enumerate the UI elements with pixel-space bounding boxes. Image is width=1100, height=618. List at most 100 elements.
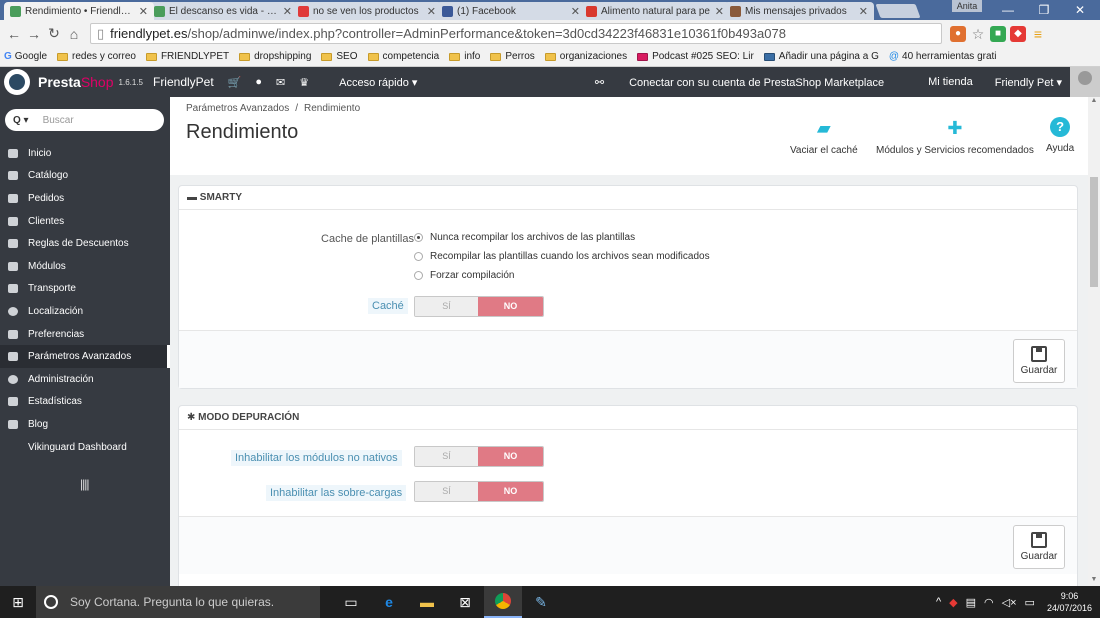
toggle-yes[interactable]: SÍ xyxy=(415,482,479,501)
close-tab-icon[interactable]: ✕ xyxy=(859,5,868,18)
close-tab-icon[interactable]: ✕ xyxy=(139,5,148,18)
radio-force-compile[interactable]: Forzar compilación xyxy=(414,270,514,281)
browser-tab-rendimiento[interactable]: Rendimiento • FriendlyPe ✕ xyxy=(4,2,154,20)
bookmark-star-icon[interactable]: ☆ xyxy=(970,26,986,42)
forward-icon[interactable]: → xyxy=(24,26,44,42)
user-dropdown[interactable]: Friendly Pet ▾ xyxy=(995,76,1062,89)
help-button[interactable]: ? Ayuda xyxy=(1046,117,1074,154)
store-icon[interactable]: ⊠ xyxy=(446,586,484,618)
toggle-no[interactable]: NO xyxy=(478,447,543,466)
sidebar-item-catalogo[interactable]: Catálogo xyxy=(0,165,170,188)
bookmark-folder[interactable]: Perros xyxy=(490,51,535,62)
sidebar-item-pedidos[interactable]: Pedidos xyxy=(0,187,170,210)
bookmark-google[interactable]: G Google xyxy=(4,51,47,62)
scroll-up-icon[interactable]: ▲ xyxy=(1088,97,1100,107)
bookmark-folder[interactable]: competencia xyxy=(367,51,439,62)
quick-access-dropdown[interactable]: Acceso rápido ▾ xyxy=(339,76,417,89)
paint-icon[interactable]: ✎ xyxy=(522,586,560,618)
sidebar-item-localizacion[interactable]: Localización xyxy=(0,300,170,323)
bookmark-folder[interactable]: dropshipping xyxy=(239,51,311,62)
save-button[interactable]: Guardar xyxy=(1013,339,1065,383)
url-input[interactable]: ▯ friendlypet.es/shop/adminwe/index.php?… xyxy=(90,23,942,44)
keyboard-icon[interactable]: ▤ xyxy=(966,596,976,609)
toggle-no[interactable]: NO xyxy=(478,482,543,501)
my-store-link[interactable]: Mi tienda xyxy=(928,76,973,88)
cart-icon[interactable]: 🛒 xyxy=(228,76,242,89)
chrome-icon[interactable] xyxy=(484,586,522,618)
notifications-icon[interactable]: ▭ xyxy=(1025,596,1035,609)
sidebar-item-preferencias[interactable]: Preferencias xyxy=(0,323,170,346)
browser-tab-mensajes[interactable]: Mis mensajes privados ✕ xyxy=(724,2,874,20)
clock[interactable]: 9:06 24/07/2016 xyxy=(1047,590,1092,614)
save-button[interactable]: Guardar xyxy=(1013,525,1065,569)
sidebar-item-vikinguard[interactable]: Vikinguard Dashboard xyxy=(0,436,170,459)
chevron-up-icon[interactable]: ^ xyxy=(936,596,941,608)
file-explorer-icon[interactable]: ▬ xyxy=(408,586,446,618)
user-icon[interactable]: ● xyxy=(255,76,262,88)
edge-icon[interactable]: e xyxy=(370,586,408,618)
sidebar-item-modulos[interactable]: Módulos xyxy=(0,255,170,278)
minimize-icon[interactable]: — xyxy=(990,0,1026,20)
close-tab-icon[interactable]: ✕ xyxy=(283,5,292,18)
reload-icon[interactable]: ↻ xyxy=(44,25,64,42)
search-icon[interactable]: Q ▾ xyxy=(13,115,29,126)
bookmark-folder[interactable]: redes y correo xyxy=(57,51,136,62)
cache-toggle[interactable]: SÍ NO xyxy=(414,296,544,317)
bookmark-folder[interactable]: info xyxy=(449,51,480,62)
sidebar-item-transporte[interactable]: Transporte xyxy=(0,278,170,301)
wifi-icon[interactable]: ◠ xyxy=(984,596,994,609)
task-view-icon[interactable]: ▭ xyxy=(332,586,370,618)
profile-badge[interactable]: Anita xyxy=(952,0,982,12)
breadcrumb-parent[interactable]: Parámetros Avanzados xyxy=(186,103,289,114)
toggle-no[interactable]: NO xyxy=(478,297,543,316)
search-input[interactable]: Q ▾ Buscar xyxy=(5,109,164,131)
close-tab-icon[interactable]: ✕ xyxy=(715,5,724,18)
bookmark-folder[interactable]: organizaciones xyxy=(544,51,627,62)
toggle-yes[interactable]: SÍ xyxy=(415,297,479,316)
bookmark-page[interactable]: @40 herramientas grati xyxy=(889,51,997,62)
extension-icon[interactable]: ■ xyxy=(990,25,1006,42)
back-icon[interactable]: ← xyxy=(4,26,24,42)
bookmark-folder[interactable]: SEO xyxy=(321,51,358,62)
radio-never-recompile[interactable]: Nunca recompilar los archivos de las pla… xyxy=(414,232,635,243)
scrollbar-thumb[interactable] xyxy=(1090,177,1098,287)
browser-tab-descanso[interactable]: El descanso es vida - Frie ✕ xyxy=(148,2,298,20)
page-scrollbar[interactable]: ▲ ▼ xyxy=(1088,97,1100,586)
new-tab-button[interactable] xyxy=(875,4,921,18)
scroll-down-icon[interactable]: ▼ xyxy=(1088,576,1100,586)
envelope-icon[interactable]: ✉ xyxy=(276,76,285,89)
recommended-modules-button[interactable]: ✚ Módulos y Servicios recomendados xyxy=(876,117,1034,156)
disable-nonnative-toggle[interactable]: SÍ NO xyxy=(414,446,544,467)
browser-tab-facebook[interactable]: (1) Facebook ✕ xyxy=(436,2,586,20)
store-name[interactable]: FriendlyPet xyxy=(153,75,214,89)
bookmark-page[interactable]: Añadir una página a G xyxy=(763,51,879,62)
trophy-icon[interactable]: ♛ xyxy=(299,76,309,89)
menu-icon[interactable]: ≡ xyxy=(1030,26,1046,42)
clear-cache-button[interactable]: ▰ Vaciar el caché xyxy=(790,117,858,156)
sidebar-item-estadisticas[interactable]: Estadísticas xyxy=(0,391,170,414)
marketplace-link[interactable]: ⚯ Conectar con su cuenta de PrestaShop M… xyxy=(595,76,906,89)
avatar[interactable] xyxy=(1070,67,1100,97)
toggle-yes[interactable]: SÍ xyxy=(415,447,479,466)
radio-recompile-modified[interactable]: Recompilar las plantillas cuando los arc… xyxy=(414,251,710,262)
bookmark-folder[interactable]: FRIENDLYPET xyxy=(145,51,229,62)
extension-icon[interactable]: ◆ xyxy=(1010,25,1026,42)
disable-overrides-toggle[interactable]: SÍ NO xyxy=(414,481,544,502)
sidebar-item-descuentos[interactable]: Reglas de Descuentos xyxy=(0,232,170,255)
browser-tab-alimento[interactable]: Alimento natural para pe ✕ xyxy=(580,2,730,20)
sidebar-item-parametros-avanzados[interactable]: Parámetros Avanzados xyxy=(0,345,170,368)
windows-start-icon[interactable]: ⊞ xyxy=(0,594,36,611)
sidebar-item-administracion[interactable]: Administración xyxy=(0,368,170,391)
tray-app-icon[interactable]: ◆ xyxy=(949,596,957,609)
volume-icon[interactable]: ◁× xyxy=(1002,596,1017,609)
browser-tab-productos[interactable]: no se ven los productos ✕ xyxy=(292,2,442,20)
close-window-icon[interactable]: ✕ xyxy=(1062,0,1098,20)
maximize-icon[interactable]: ❐ xyxy=(1026,0,1062,20)
close-tab-icon[interactable]: ✕ xyxy=(571,5,580,18)
cortana-search[interactable]: Soy Cortana. Pregunta lo que quieras. xyxy=(36,586,320,618)
prestashop-logo-icon[interactable] xyxy=(4,69,30,95)
sidebar-item-inicio[interactable]: Inicio xyxy=(0,142,170,165)
bookmark-page[interactable]: Podcast #025 SEO: Lir xyxy=(637,51,754,62)
extension-icon[interactable]: ● xyxy=(950,25,966,42)
home-icon[interactable]: ⌂ xyxy=(64,26,84,42)
